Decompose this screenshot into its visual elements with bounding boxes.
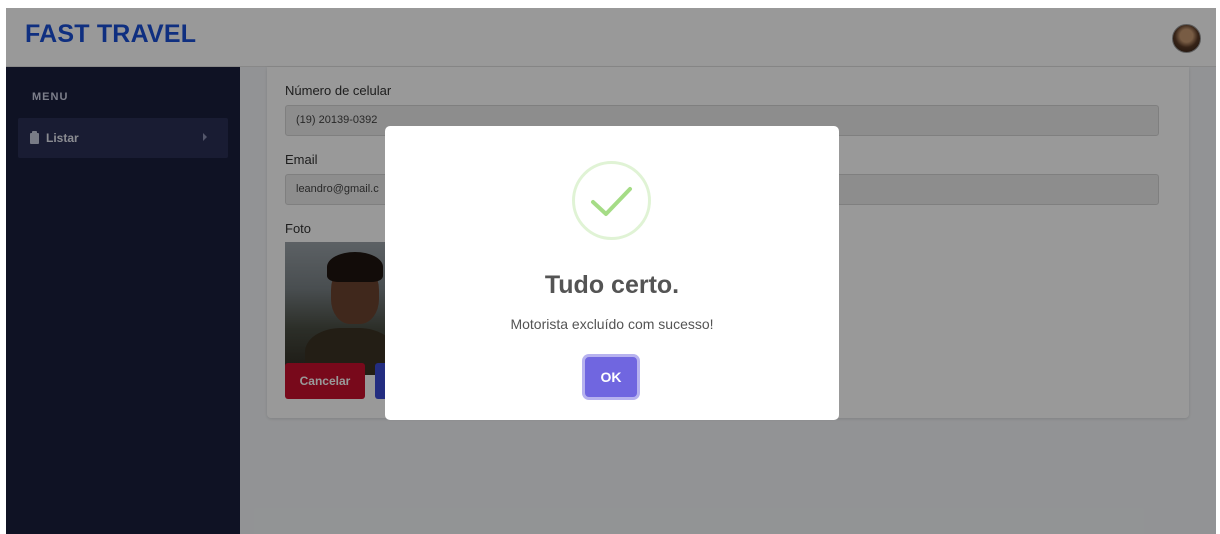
dialog-message: Motorista excluído com sucesso! — [510, 316, 714, 332]
ok-button[interactable]: OK — [585, 357, 637, 397]
success-check-icon — [591, 187, 632, 216]
success-dialog: Tudo certo. Motorista excluído com suces… — [385, 126, 839, 420]
app-window: FAST TRAVEL MENU Listar Número de celula… — [6, 8, 1216, 534]
dialog-title: Tudo certo. — [544, 271, 680, 299]
